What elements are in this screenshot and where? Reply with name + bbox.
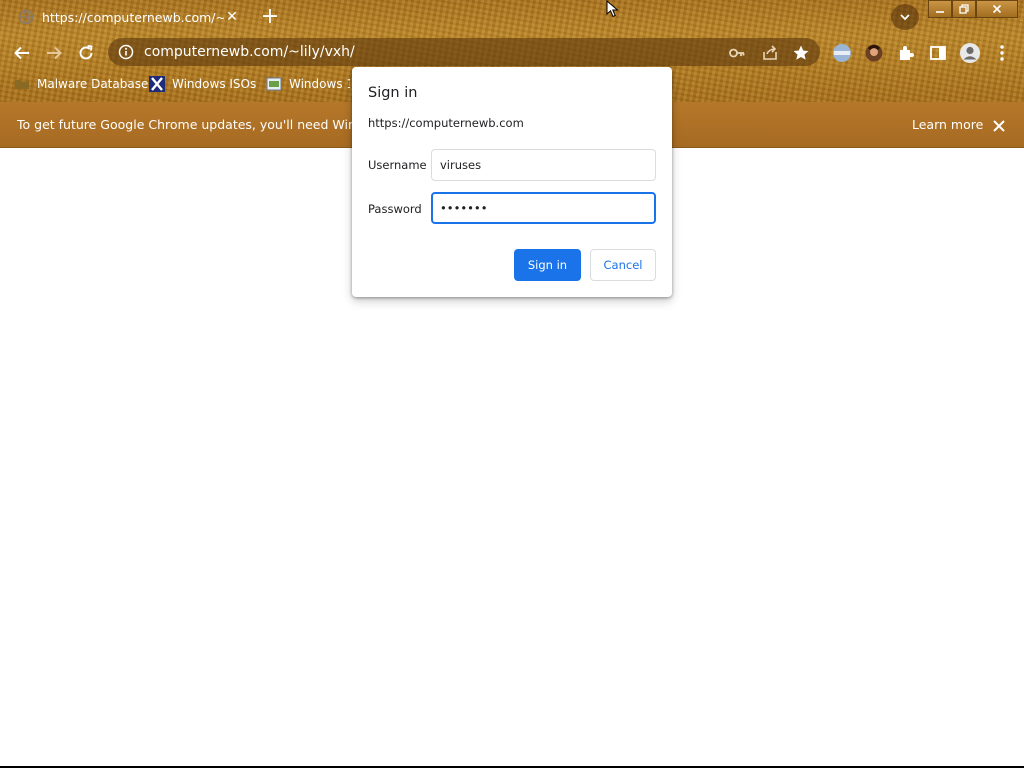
new-tab-button[interactable]: + [258,6,282,30]
password-field[interactable] [431,192,656,224]
username-field[interactable] [431,149,656,181]
sign-in-dialog: Sign in https://computernewb.com Usernam… [352,67,672,297]
reload-icon [79,45,93,60]
address-bar[interactable]: computernewb.com/~lily/vxh/ [108,38,820,66]
globe-icon [18,9,34,25]
close-icon[interactable] [991,118,1007,134]
menu-icon[interactable] [990,41,1014,65]
dialog-origin: https://computernewb.com [368,116,524,130]
arrow-left-icon [14,46,29,60]
bookmark-label: Windows 11 [289,77,350,91]
dialog-title: Sign in [368,85,418,101]
back-button[interactable] [10,41,34,65]
tab-search-button[interactable] [891,4,919,30]
extension-avatar-icon[interactable] [862,41,886,65]
page-icon [266,76,282,92]
share-icon[interactable] [761,44,779,62]
chevron-down-icon [900,14,910,21]
cancel-button[interactable]: Cancel [590,249,656,281]
folder-icon [14,76,30,92]
bookmark-windows-isos[interactable]: Windows ISOs [149,74,256,94]
profile-extension-icon[interactable] [830,41,854,65]
bookmark-malware-database[interactable]: Malware Database [14,74,148,94]
forward-button[interactable] [42,41,66,65]
minimize-icon [936,11,944,13]
password-label: Password [368,202,422,216]
sign-in-button[interactable]: Sign in [514,249,581,281]
infobar-message: To get future Google Chrome updates, you… [17,117,357,132]
learn-more-link[interactable]: Learn more [912,117,983,132]
star-icon[interactable] [792,44,810,62]
info-icon[interactable] [118,44,134,60]
bookmark-label: Windows ISOs [172,77,257,91]
side-panel-icon[interactable] [926,41,950,65]
browser-tab[interactable]: https://computernewb.com/~lily/ ✕ [8,0,250,34]
tab-close-icon[interactable]: ✕ [224,9,240,25]
tab-title: https://computernewb.com/~lily/ [42,9,224,25]
minimize-button[interactable] [928,0,952,18]
profile-avatar-icon[interactable] [958,41,982,65]
bookmark-windows-11[interactable]: Windows 11 [266,74,350,94]
restore-icon [959,4,969,14]
bookmark-label: Malware Database [37,77,149,91]
extensions-icon[interactable] [894,41,918,65]
key-icon[interactable] [728,44,746,62]
mouse-cursor-icon [606,0,620,18]
url-text: computernewb.com/~lily/vxh/ [144,44,355,60]
username-label: Username [368,158,427,172]
x-logo-icon [149,76,165,92]
restore-button[interactable] [952,0,976,18]
close-window-button[interactable] [976,0,1018,18]
reload-button[interactable] [74,41,98,65]
close-icon [992,4,1002,14]
arrow-right-icon [47,46,62,60]
